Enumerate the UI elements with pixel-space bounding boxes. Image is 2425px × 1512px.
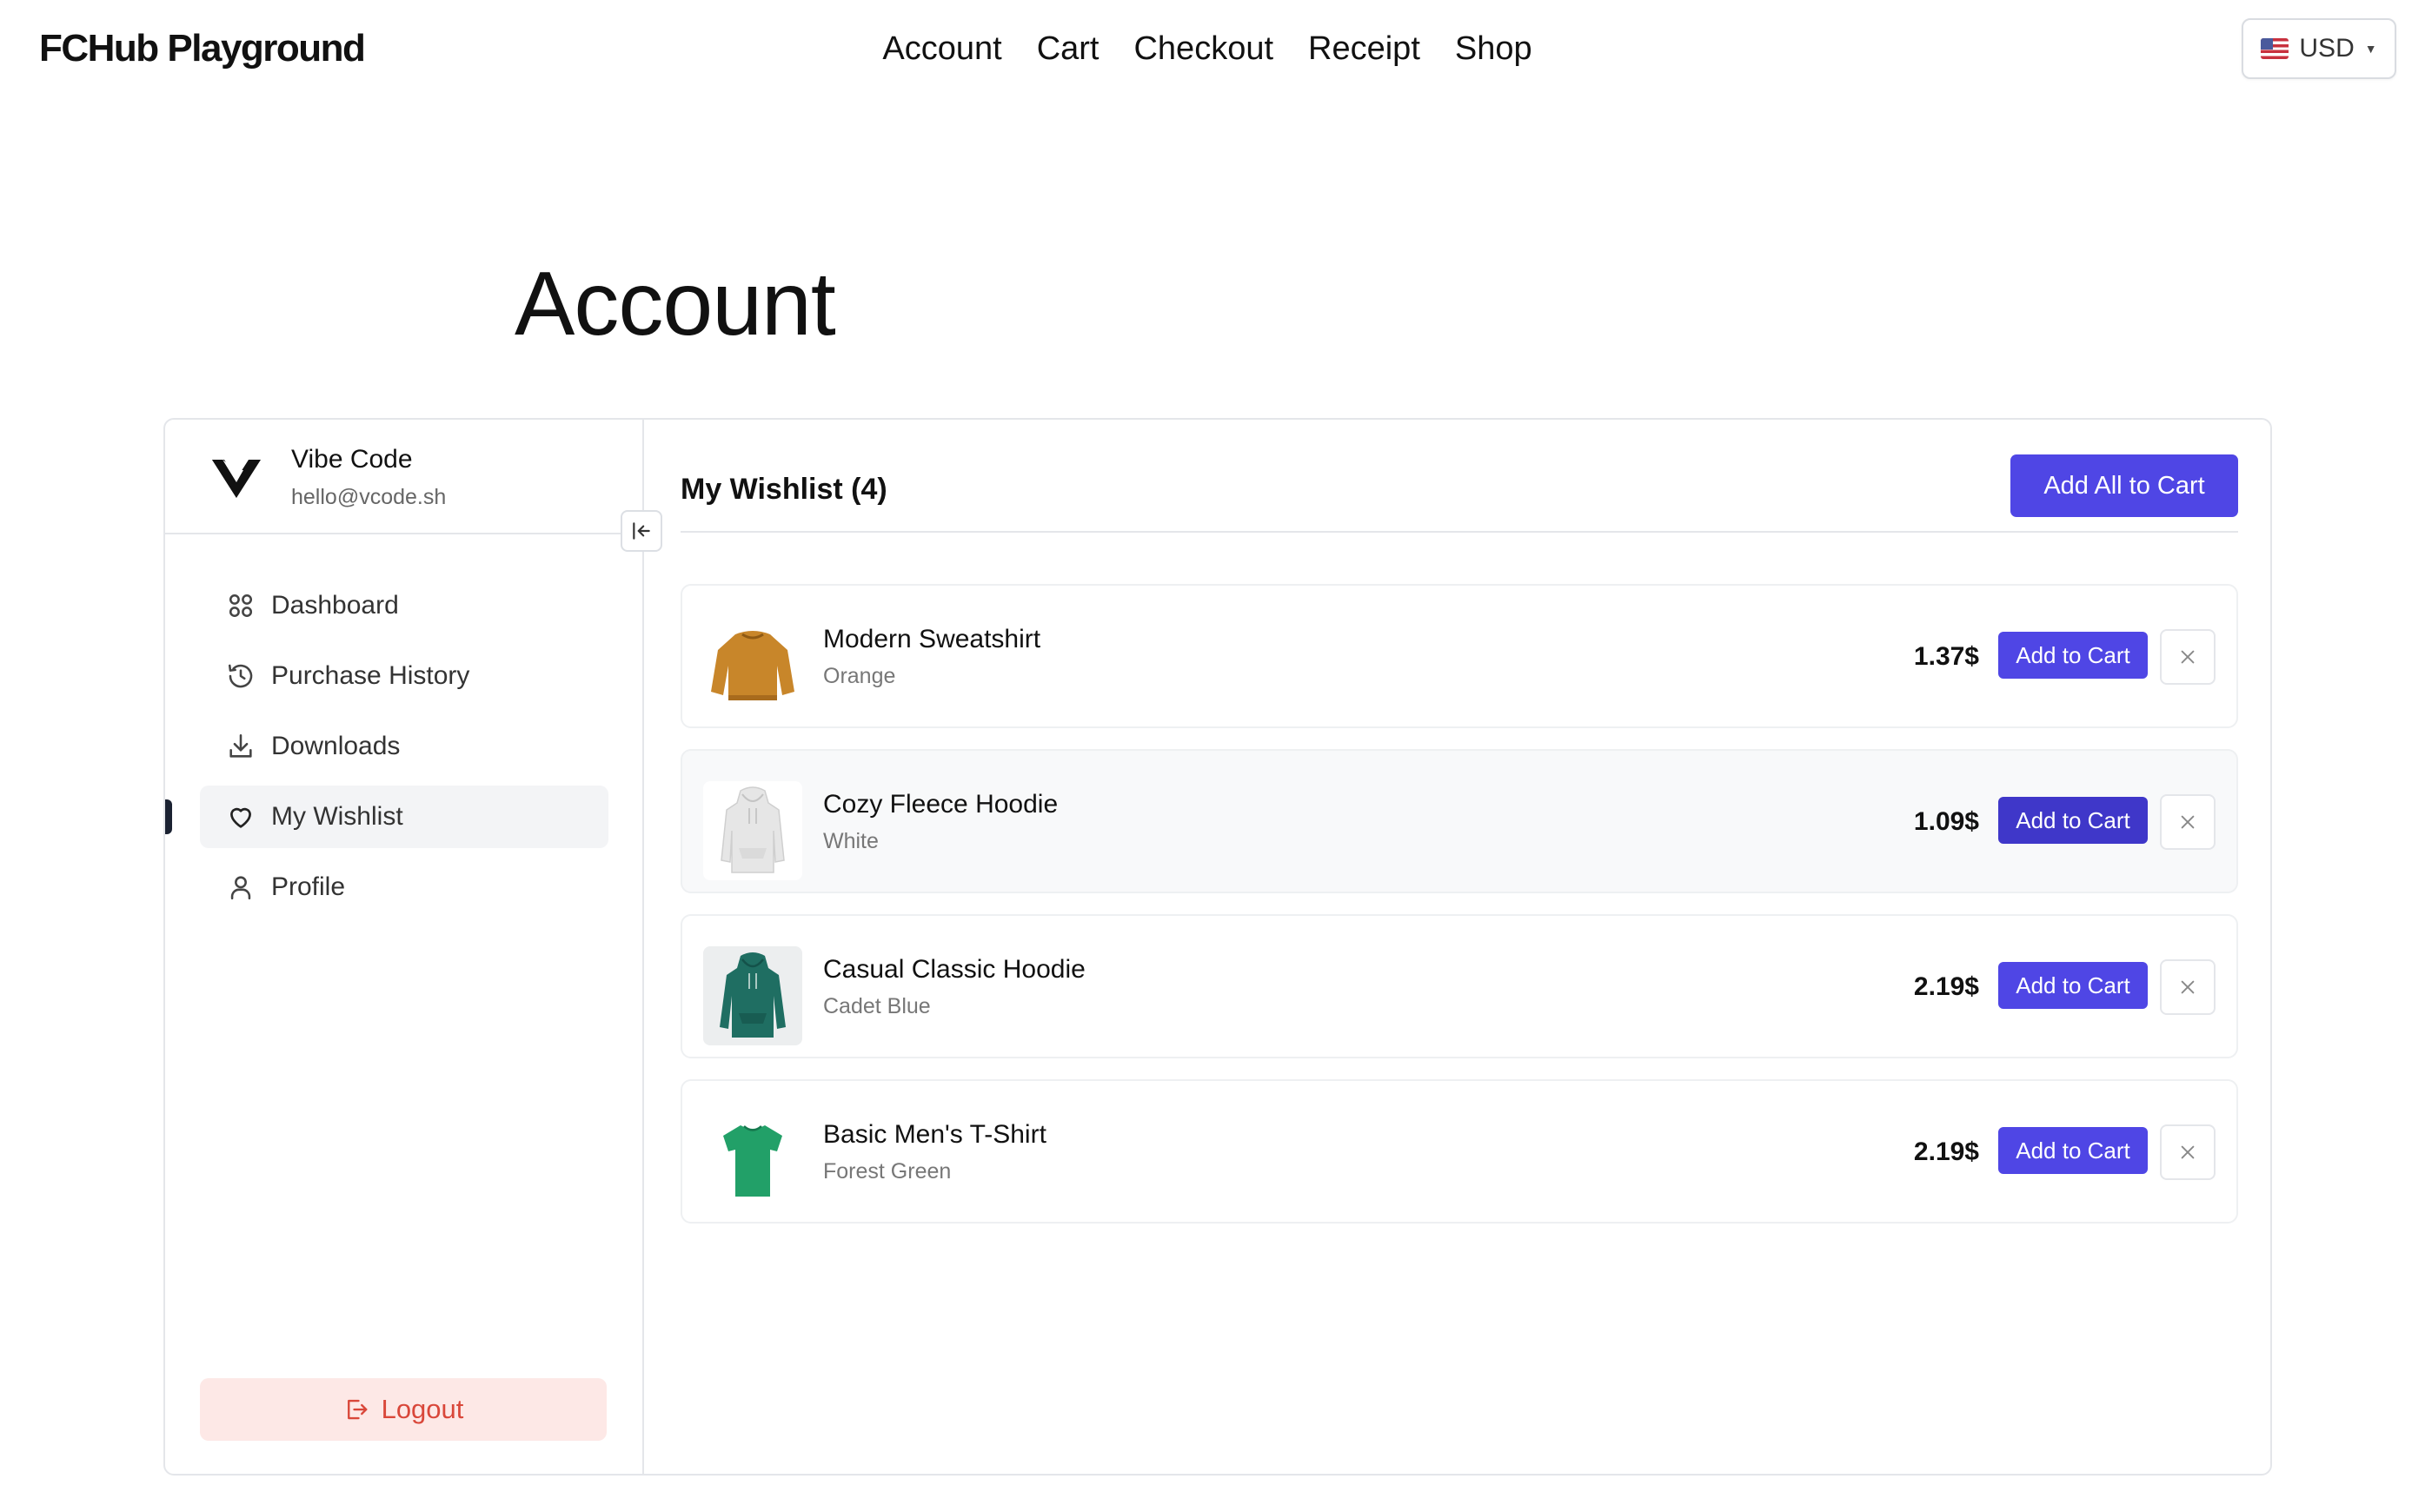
logout-icon xyxy=(347,1399,368,1420)
close-icon xyxy=(2181,650,2195,664)
sidebar-item-label: Dashboard xyxy=(271,591,399,620)
product-name[interactable]: Cozy Fleece Hoodie xyxy=(823,787,1058,822)
add-to-cart-button[interactable]: Add to Cart xyxy=(1998,962,2148,1009)
sidebar-item-dashboard[interactable]: Dashboard xyxy=(200,574,608,637)
active-indicator xyxy=(165,799,172,834)
user-icon xyxy=(230,876,251,900)
sidebar-item-label: Downloads xyxy=(271,732,401,760)
wishlist-panel: My Wishlist (4) Add All to Cart Modern S… xyxy=(646,420,2272,1474)
add-to-cart-button[interactable]: Add to Cart xyxy=(1998,797,2148,844)
sidebar-item-label: Purchase History xyxy=(271,661,470,690)
product-price: 2.19$ xyxy=(1913,1137,1979,1166)
remove-item-button[interactable] xyxy=(2160,629,2216,685)
sidebar-item-profile[interactable]: Profile xyxy=(200,856,608,918)
vibe-code-logo xyxy=(212,460,261,498)
currency-selector[interactable]: USD ▼ xyxy=(2242,18,2396,79)
wishlist-item: Cozy Fleece Hoodie White 1.09$ Add to Ca… xyxy=(681,749,2238,893)
product-thumbnail xyxy=(703,946,802,1045)
history-icon xyxy=(228,664,253,688)
sidebar-item-label: My Wishlist xyxy=(271,802,403,831)
wishlist-item: Modern Sweatshirt Orange 1.37$ Add to Ca… xyxy=(681,584,2238,728)
chevron-down-icon: ▼ xyxy=(2364,42,2377,56)
wishlist-title: My Wishlist (4) xyxy=(681,473,887,506)
product-thumbnail xyxy=(703,781,802,880)
nav-link-cart[interactable]: Cart xyxy=(1037,23,1100,75)
product-thumbnail xyxy=(703,616,802,715)
product-price: 2.19$ xyxy=(1913,972,1979,1001)
add-to-cart-button[interactable]: Add to Cart xyxy=(1998,632,2148,679)
top-header: FCHub Playground Account Cart Checkout R… xyxy=(0,0,2425,97)
collapse-left-icon xyxy=(633,522,650,540)
sidebar-item-my-wishlist[interactable]: My Wishlist xyxy=(165,786,608,848)
product-name[interactable]: Basic Men's T-Shirt xyxy=(823,1117,1046,1152)
sweatshirt-icon xyxy=(711,631,794,700)
remove-item-button[interactable] xyxy=(2160,959,2216,1015)
product-variant: Orange xyxy=(823,664,896,688)
wishlist-header: My Wishlist (4) Add All to Cart xyxy=(681,454,2238,533)
product-name[interactable]: Casual Classic Hoodie xyxy=(823,952,1086,987)
hoodie-icon xyxy=(720,952,786,1038)
add-all-to-cart-button[interactable]: Add All to Cart xyxy=(2010,454,2238,517)
close-icon xyxy=(2181,980,2195,994)
wishlist-item: Casual Classic Hoodie Cadet Blue 2.19$ A… xyxy=(681,914,2238,1058)
user-info: Vibe Code hello@vcode.sh xyxy=(165,420,642,534)
close-icon xyxy=(2181,815,2195,829)
account-card: Vibe Code hello@vcode.sh Dashboard Purch… xyxy=(163,418,2272,1476)
sidebar-item-purchase-history[interactable]: Purchase History xyxy=(200,645,608,707)
nav-link-receipt[interactable]: Receipt xyxy=(1308,23,1420,75)
product-variant: Forest Green xyxy=(823,1159,952,1184)
product-thumbnail xyxy=(703,1111,802,1210)
sidebar-item-label: Profile xyxy=(271,872,346,901)
wishlist-item: Basic Men's T-Shirt Forest Green 2.19$ A… xyxy=(681,1079,2238,1224)
hoodie-icon xyxy=(721,786,785,873)
product-price: 1.37$ xyxy=(1913,642,1979,671)
top-nav: Account Cart Checkout Receipt Shop xyxy=(0,23,2425,75)
product-price: 1.09$ xyxy=(1913,807,1979,836)
logout-button[interactable]: Logout xyxy=(200,1378,607,1441)
nav-link-checkout[interactable]: Checkout xyxy=(1133,23,1273,75)
sidebar-item-downloads[interactable]: Downloads xyxy=(200,715,608,778)
sidebar-menu: Dashboard Purchase History Downloads My … xyxy=(165,574,608,926)
collapse-sidebar-button[interactable] xyxy=(621,510,662,552)
product-variant: White xyxy=(823,829,879,853)
user-email: hello@vcode.sh xyxy=(291,485,447,509)
product-variant: Cadet Blue xyxy=(823,994,931,1018)
download-icon xyxy=(229,733,252,758)
tshirt-icon xyxy=(723,1125,782,1197)
close-icon xyxy=(2181,1145,2195,1159)
nav-link-shop[interactable]: Shop xyxy=(1455,23,1532,75)
heart-icon xyxy=(230,807,251,828)
us-flag-icon xyxy=(2261,38,2289,59)
account-sidebar: Vibe Code hello@vcode.sh Dashboard Purch… xyxy=(165,420,662,1474)
remove-item-button[interactable] xyxy=(2160,794,2216,850)
grid-icon xyxy=(229,594,253,618)
wishlist-list: Modern Sweatshirt Orange 1.37$ Add to Ca… xyxy=(681,584,2238,1244)
logout-label: Logout xyxy=(381,1394,464,1424)
nav-link-account[interactable]: Account xyxy=(882,23,1001,75)
remove-item-button[interactable] xyxy=(2160,1124,2216,1180)
product-name[interactable]: Modern Sweatshirt xyxy=(823,622,1040,657)
currency-label: USD xyxy=(2299,34,2355,63)
page-title: Account xyxy=(515,254,836,355)
add-to-cart-button[interactable]: Add to Cart xyxy=(1998,1127,2148,1174)
user-name: Vibe Code xyxy=(291,445,413,474)
